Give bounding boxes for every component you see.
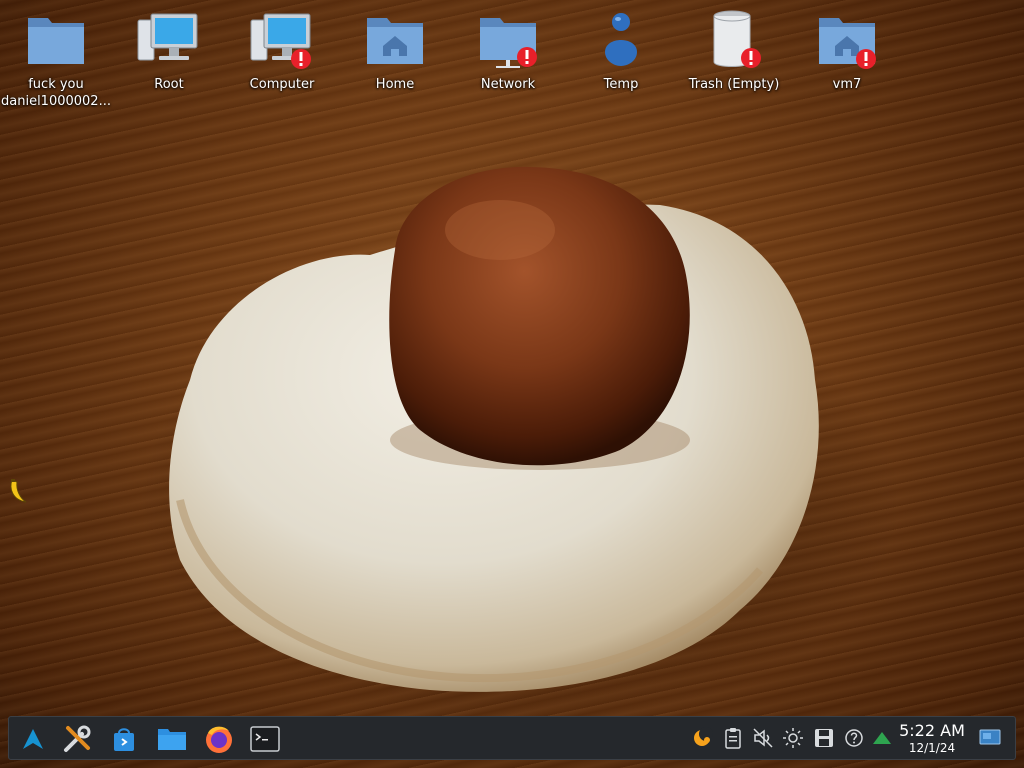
storage-icon: [815, 729, 833, 747]
desktop-icon-label: fuck you daniel1000002...: [1, 77, 111, 109]
desktop-icon-home[interactable]: Home: [340, 8, 450, 93]
desktop: fuck you daniel1000002... Root Computer: [0, 0, 1024, 768]
network-folder-icon: [480, 18, 537, 68]
banana-icon[interactable]: [6, 478, 30, 506]
show-desktop-icon: [979, 729, 1001, 745]
application-launcher-icon: [23, 729, 43, 749]
clipboard-button[interactable]: [722, 727, 744, 749]
desktop-icon-root[interactable]: Root: [114, 8, 224, 93]
show-desktop-button[interactable]: [979, 727, 1001, 749]
discover-store-icon: [114, 728, 134, 751]
help-icon: [845, 729, 863, 747]
desktop-icon-computer[interactable]: Computer: [227, 8, 337, 93]
terminal-button[interactable]: [247, 721, 283, 757]
home-folder-icon: [367, 18, 423, 64]
computer-icon: [250, 13, 311, 69]
wallpaper-photo: [140, 166, 900, 716]
volume-muted-icon: [753, 728, 773, 748]
night-color-icon: [694, 727, 713, 746]
storage-button[interactable]: [813, 727, 835, 749]
discover-store-button[interactable]: [106, 721, 142, 757]
desktop-icon-vm7[interactable]: vm7: [792, 8, 902, 93]
brightness-button[interactable]: [782, 727, 804, 749]
system-settings-icon: [64, 725, 91, 752]
file-manager-icon: [158, 729, 186, 750]
user-icon: [605, 13, 637, 66]
desktop-icon-label: Computer: [249, 77, 315, 92]
firefox-button[interactable]: [201, 721, 237, 757]
digital-clock[interactable]: 5:22 AM 12/1/24: [897, 721, 967, 755]
desktop-icon-label: vm7: [832, 77, 862, 92]
desktop-icon-label: Network: [480, 77, 536, 92]
desktop-icon-folder[interactable]: fuck you daniel1000002...: [1, 8, 111, 110]
volume-button[interactable]: [752, 727, 774, 749]
desktop-icon-temp[interactable]: Temp: [566, 8, 676, 93]
clock-time: 5:22 AM: [899, 721, 965, 740]
system-settings-button[interactable]: [59, 721, 95, 757]
file-manager-button[interactable]: [154, 721, 190, 757]
network-icon: [873, 732, 891, 744]
clock-date: 12/1/24: [908, 741, 956, 755]
application-launcher-button[interactable]: [15, 721, 51, 757]
firefox-icon: [206, 726, 232, 753]
computer-icon: [137, 13, 198, 61]
clipboard-icon: [725, 728, 741, 749]
terminal-icon: [250, 726, 280, 752]
brightness-icon: [783, 728, 803, 748]
network-button[interactable]: [871, 727, 893, 749]
help-button[interactable]: [843, 727, 865, 749]
desktop-icon-network[interactable]: Network: [453, 8, 563, 93]
folder-icon: [28, 18, 84, 64]
home-folder-icon: [819, 18, 876, 69]
night-color-button[interactable]: [691, 727, 713, 749]
trash-icon: [713, 10, 761, 68]
taskbar: 5:22 AM 12/1/24: [8, 716, 1016, 760]
desktop-icon-trash[interactable]: Trash (Empty): [679, 8, 789, 93]
desktop-icon-label: Temp: [603, 77, 639, 92]
desktop-icon-label: Root: [154, 77, 184, 92]
desktop-icon-label: Home: [375, 77, 415, 92]
desktop-icon-label: Trash (Empty): [688, 77, 780, 92]
